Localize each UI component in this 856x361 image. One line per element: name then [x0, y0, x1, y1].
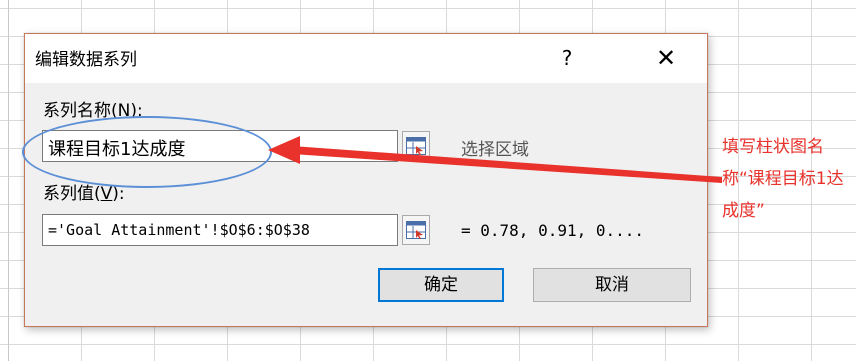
annotation-text: 填写柱状图名称“课程目标1达成度”: [722, 137, 844, 221]
